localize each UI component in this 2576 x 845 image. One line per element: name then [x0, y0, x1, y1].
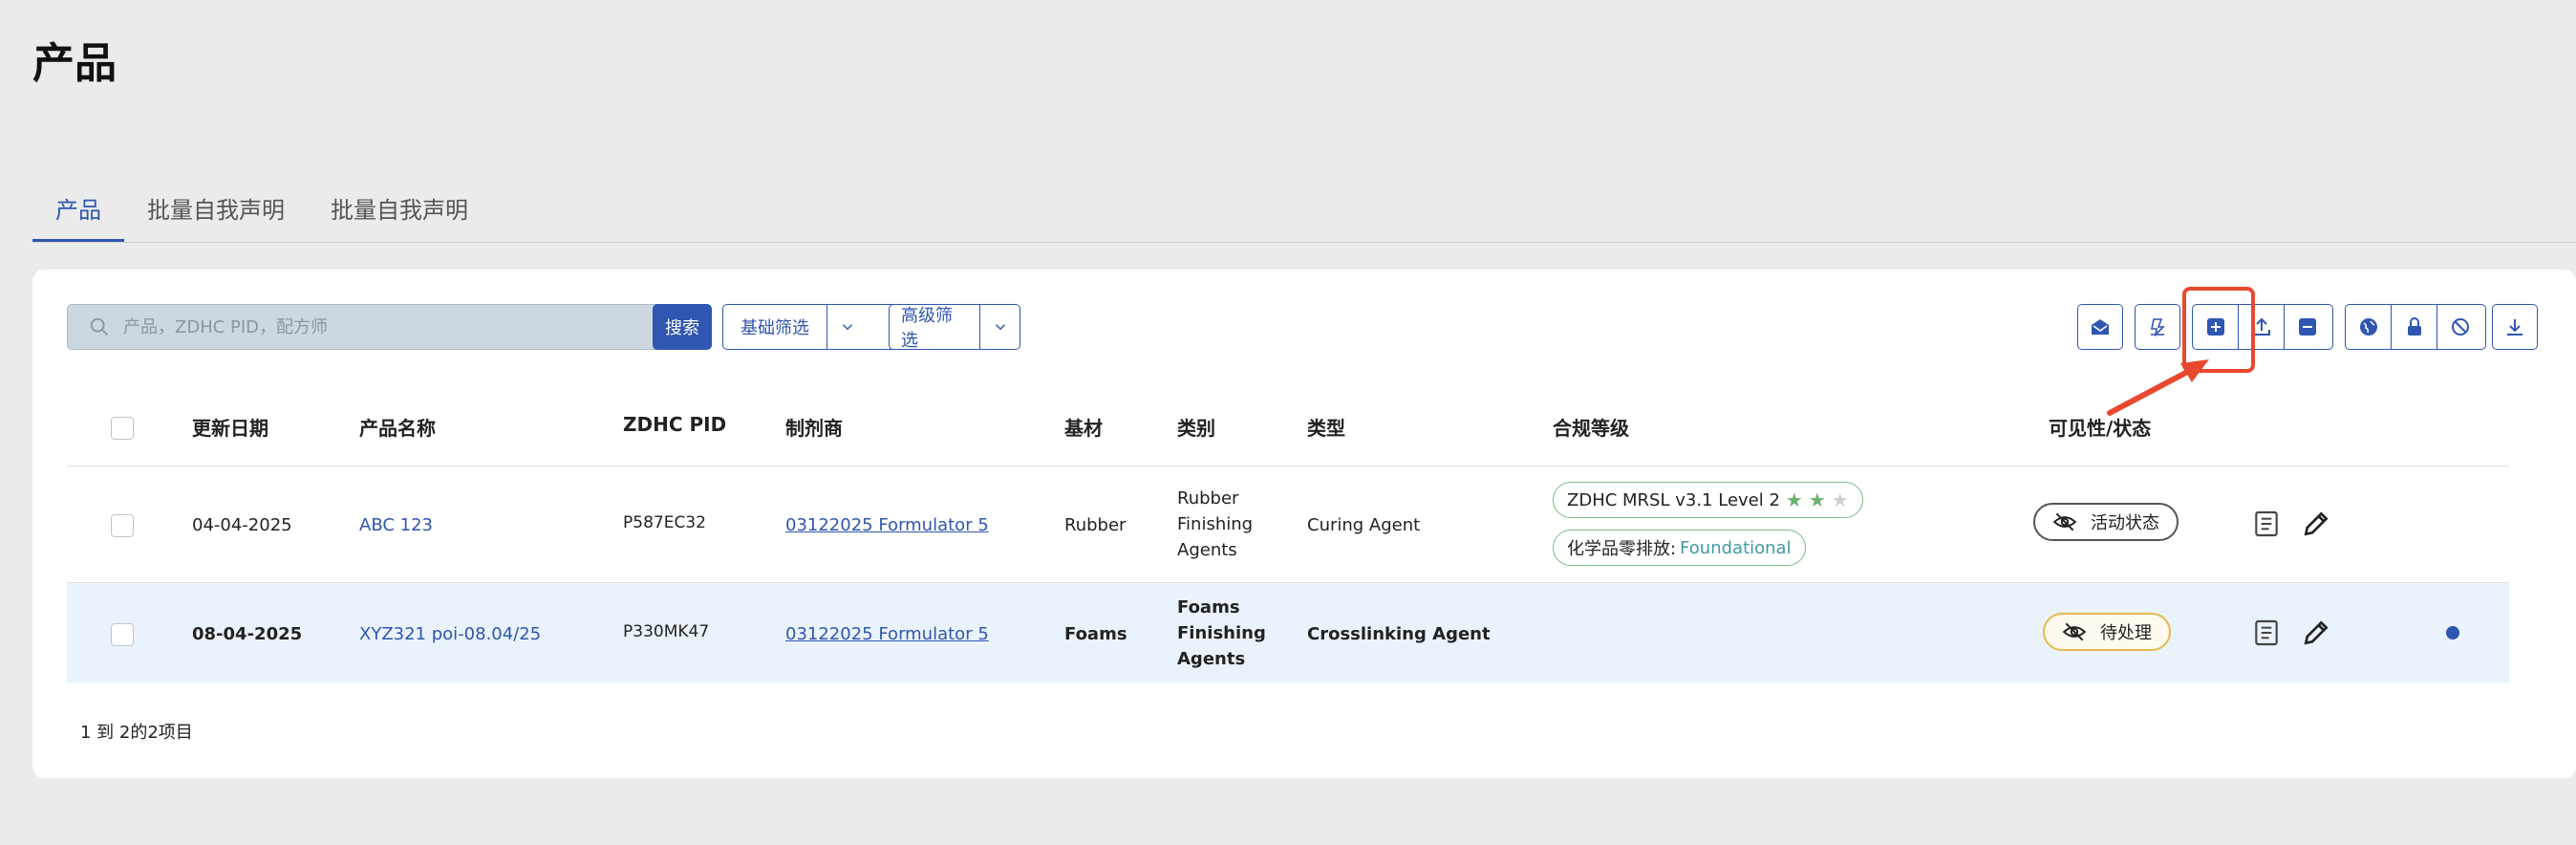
- star-empty-icon: ★: [1831, 488, 1849, 511]
- details-icon[interactable]: [2251, 618, 2282, 648]
- row-type: Curing Agent: [1307, 515, 1421, 535]
- page-title: 产品: [32, 39, 117, 88]
- chevron-down-icon[interactable]: [980, 305, 1020, 349]
- mail-open-icon: [2092, 319, 2109, 335]
- header-formulator[interactable]: 制剂商: [785, 413, 843, 441]
- eye-off-icon: [2052, 512, 2077, 531]
- search-button[interactable]: 搜索: [653, 304, 712, 350]
- row-type: Crosslinking Agent: [1307, 624, 1491, 644]
- search-icon: [90, 317, 108, 336]
- certificate-icon: [2151, 318, 2165, 337]
- header-substrate[interactable]: 基材: [1064, 413, 1103, 441]
- row-formulator-link[interactable]: 03122025 Formulator 5: [785, 512, 989, 538]
- row-formulator-link[interactable]: 03122025 Formulator 5: [785, 621, 989, 647]
- advanced-filter-dropdown[interactable]: 高级筛选: [889, 304, 1020, 351]
- row-checkbox[interactable]: [111, 623, 134, 646]
- star-icon: ★: [1808, 488, 1826, 511]
- row-date: 04-04-2025: [192, 515, 292, 535]
- pagination-summary: 1 到 2的2项目: [80, 723, 193, 743]
- header-zdhc-pid[interactable]: ZDHC PID: [623, 413, 726, 436]
- header-compliance[interactable]: 合规等级: [1553, 413, 1629, 441]
- header-updated-date[interactable]: 更新日期: [192, 413, 268, 441]
- globe-icon: [2359, 318, 2377, 336]
- tab-bulk-declaration-2[interactable]: 批量自我声明: [308, 191, 491, 243]
- star-icon: ★: [1785, 488, 1803, 511]
- row-checkbox[interactable]: [111, 514, 134, 537]
- annotation-arrow: [2107, 359, 2209, 416]
- row-substrate: Foams: [1064, 624, 1127, 644]
- status-badge[interactable]: 活动状态: [2033, 503, 2179, 541]
- unread-indicator-dot: [2446, 626, 2459, 639]
- row-substrate: Rubber: [1064, 515, 1127, 535]
- lock-icon: [2407, 317, 2421, 336]
- row-category: Foams Finishing Agents: [1177, 597, 1266, 669]
- header-category[interactable]: 类别: [1177, 413, 1215, 441]
- edit-icon[interactable]: [2301, 509, 2331, 539]
- tab-bulk-declaration-1[interactable]: 批量自我声明: [124, 191, 308, 243]
- row-date: 08-04-2025: [192, 624, 303, 644]
- tab-products[interactable]: 产品: [32, 191, 124, 243]
- edit-icon[interactable]: [2301, 618, 2331, 648]
- row-product-link[interactable]: ABC 123: [359, 512, 433, 538]
- lock-button[interactable]: [2392, 305, 2437, 349]
- eye-off-icon: [2062, 622, 2087, 641]
- row-product-link[interactable]: XYZ321 poi-08.04/25: [359, 621, 541, 647]
- details-icon[interactable]: [2251, 509, 2282, 539]
- advanced-filter-label: 高级筛选: [890, 305, 981, 351]
- row-category: Rubber Finishing Agents: [1177, 488, 1254, 560]
- download-button[interactable]: [2492, 304, 2538, 350]
- tab-bar: 产品 批量自我声明 批量自我声明: [32, 191, 491, 243]
- zdhc-wastewater-badge: 化学品零排放: Foundational: [1553, 530, 1806, 566]
- select-all-checkbox[interactable]: [111, 417, 134, 440]
- header-type[interactable]: 类型: [1307, 413, 1345, 441]
- row-pid: P330MK47: [623, 622, 710, 641]
- chevron-down-icon[interactable]: [827, 305, 868, 349]
- block-icon: [2452, 318, 2469, 336]
- remove-icon: [2299, 318, 2316, 336]
- mail-open-button[interactable]: [2077, 304, 2123, 350]
- search-input[interactable]: [123, 316, 658, 337]
- certificate-button[interactable]: [2135, 304, 2180, 350]
- basic-filter-dropdown[interactable]: 基础筛选: [722, 304, 904, 350]
- basic-filter-label: 基础筛选: [723, 305, 827, 349]
- block-button[interactable]: [2437, 305, 2483, 349]
- row-pid: P587EC32: [623, 513, 706, 532]
- tab-divider: [32, 242, 2576, 243]
- mrsl-compliance-badge: ZDHC MRSL v3.1 Level 2 ★ ★ ★: [1553, 482, 1863, 518]
- search-box: [67, 304, 675, 350]
- status-badge[interactable]: 待处理: [2043, 613, 2171, 651]
- remove-button[interactable]: [2285, 305, 2330, 349]
- visibility-group: [2345, 304, 2486, 350]
- header-product-name[interactable]: 产品名称: [359, 413, 436, 441]
- download-icon: [2507, 319, 2522, 336]
- globe-button[interactable]: [2346, 305, 2392, 349]
